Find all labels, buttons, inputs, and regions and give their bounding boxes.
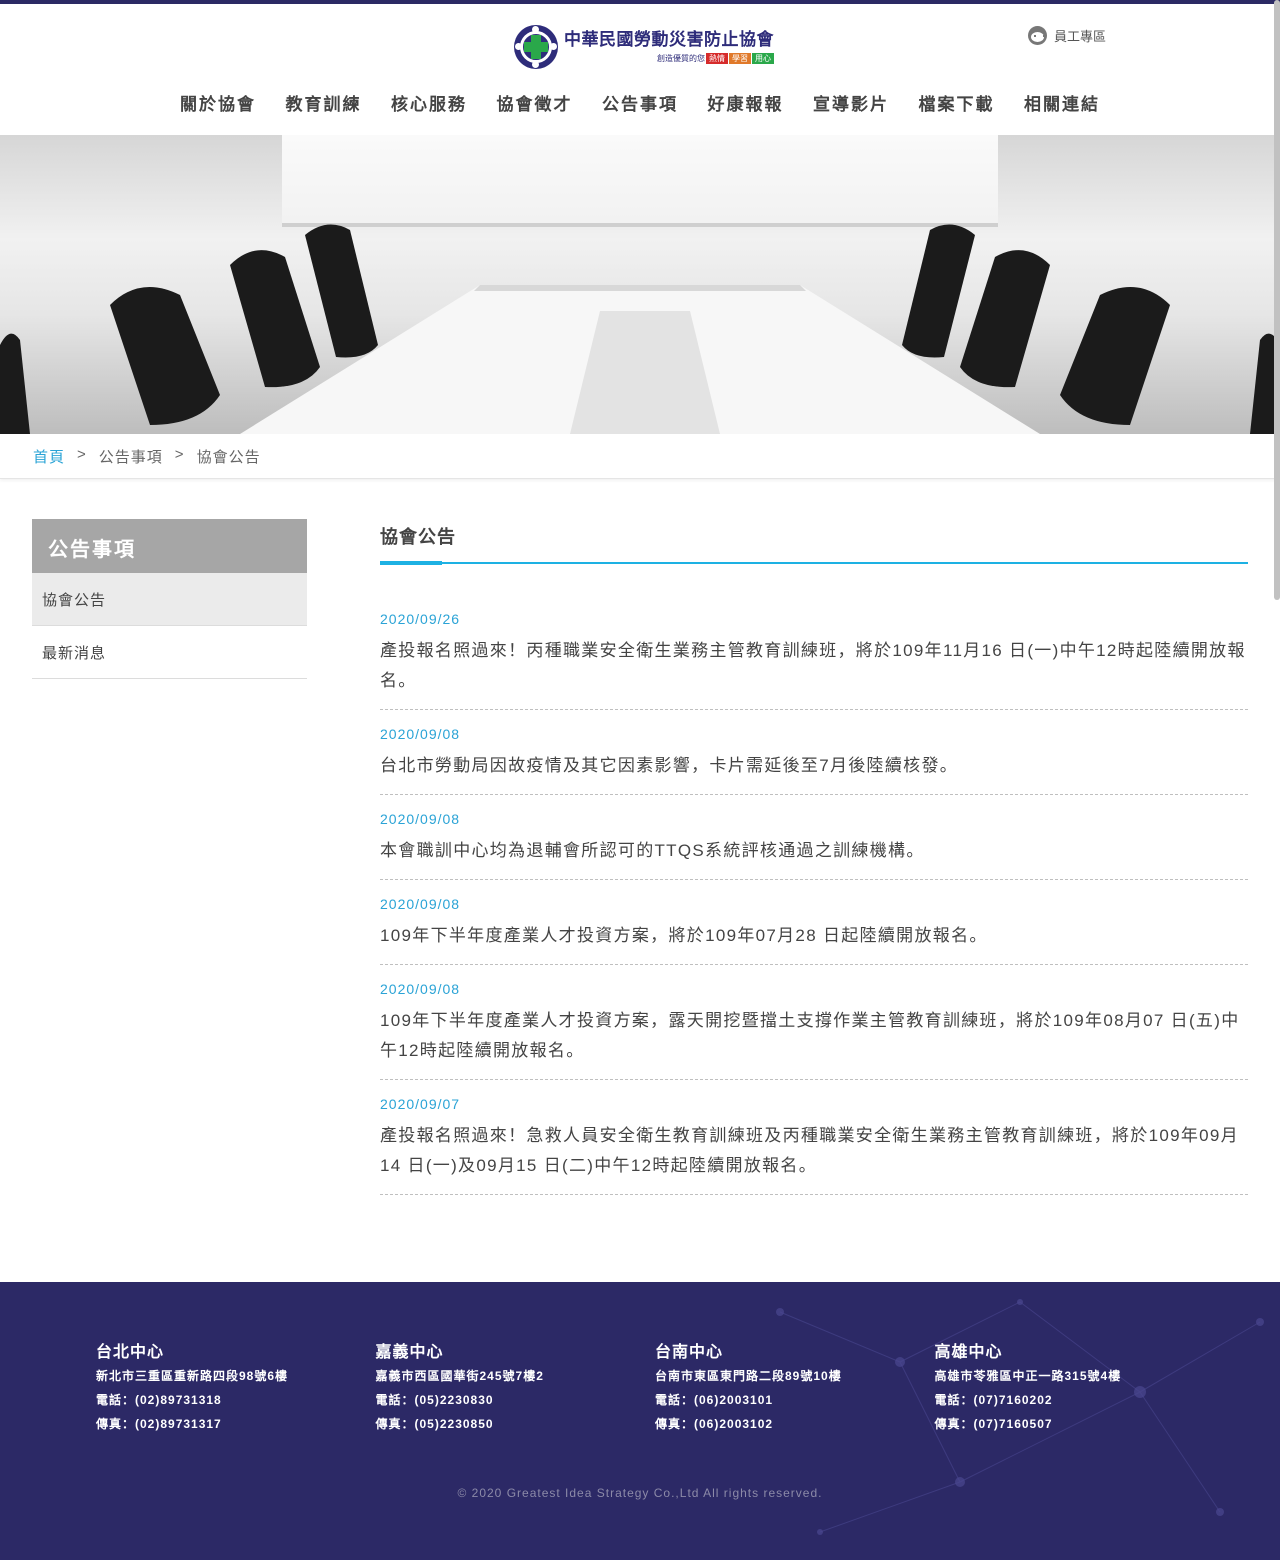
- logo-tag: 學習: [729, 52, 751, 64]
- breadcrumb-current: 協會公告: [196, 449, 261, 466]
- center-phone: 電話：(02)89731318: [96, 1393, 222, 1407]
- footer-center-chiayi: 嘉義中心 嘉義市西區國華街245號7樓2 電話：(05)2230830 傳真：(…: [376, 1338, 656, 1436]
- news-date: 2020/09/08: [380, 981, 461, 997]
- news-title-link[interactable]: 產投報名照過來！急救人員安全衛生教育訓練班及丙種職業安全衛生業務主管教育訓練班，…: [380, 1121, 1248, 1181]
- sidebar-item-association-announcements[interactable]: 協會公告: [32, 573, 307, 626]
- news-item[interactable]: 2020/09/26 產投報名照過來！丙種職業安全衛生業務主管教育訓練班，將於1…: [380, 609, 1248, 710]
- news-date: 2020/09/08: [380, 726, 461, 742]
- page-scrollbar[interactable]: [1272, 0, 1280, 1560]
- breadcrumb-separator: >: [77, 446, 87, 463]
- nav-item-announcements[interactable]: 公告事項: [588, 90, 692, 115]
- news-item[interactable]: 2020/09/08 台北市勞動局因故疫情及其它因素影響，卡片需延後至7月後陸續…: [380, 724, 1248, 795]
- news-date: 2020/09/08: [380, 811, 461, 827]
- user-face-icon: [1028, 26, 1047, 45]
- breadcrumb-home-link[interactable]: 首頁: [33, 446, 65, 467]
- site-footer: 台北中心 新北市三重區重新路四段98號6樓 電話：(02)89731318 傳真…: [0, 1282, 1280, 1560]
- hero-banner-image: [0, 135, 1280, 434]
- breadcrumb: 首頁 > 公告事項 > 協會公告: [33, 446, 261, 467]
- center-fax: 傳真：(05)2230850: [375, 1417, 494, 1431]
- footer-center-tainan: 台南中心 台南市東區東門路二段89號10樓 電話：(06)2003101 傳真：…: [655, 1338, 935, 1436]
- breadcrumb-level1-link[interactable]: 公告事項: [99, 446, 163, 467]
- center-fax: 傳真：(02)89731317: [96, 1417, 222, 1431]
- title-underline: [380, 561, 1248, 565]
- news-item[interactable]: 2020/09/08 本會職訓中心均為退輔會所認可的TTQS系統評核通過之訓練機…: [380, 809, 1248, 880]
- news-item[interactable]: 2020/09/08 109年下半年度產業人才投資方案，露天開挖暨擋土支撐作業主…: [380, 979, 1248, 1080]
- news-date: 2020/09/07: [380, 1096, 461, 1112]
- news-title-link[interactable]: 產投報名照過來！丙種職業安全衛生業務主管教育訓練班，將於109年11月16 日(…: [380, 636, 1248, 696]
- news-title-link[interactable]: 本會職訓中心均為退輔會所認可的TTQS系統評核通過之訓練機構。: [380, 836, 1248, 866]
- copyright-text: © 2020 Greatest Idea Strategy Co.,Ltd Al…: [457, 1486, 823, 1500]
- center-fax: 傳真：(07)7160507: [934, 1417, 1053, 1431]
- center-name: 高雄中心: [934, 1344, 1003, 1361]
- scrollbar-thumb[interactable]: [1274, 0, 1280, 600]
- center-fax: 傳真：(06)2003102: [655, 1417, 774, 1431]
- nav-item-videos[interactable]: 宣導影片: [799, 90, 903, 115]
- center-address: 台南市東區東門路二段89號10樓: [655, 1369, 842, 1383]
- nav-item-services[interactable]: 核心服務: [377, 90, 481, 115]
- news-title-link[interactable]: 109年下半年度產業人才投資方案，將於109年07月28 日起陸續開放報名。: [380, 921, 1248, 951]
- logo-emblem-icon: [514, 25, 558, 69]
- staff-area-link[interactable]: 員工專區: [1028, 26, 1106, 45]
- news-date: 2020/09/26: [380, 611, 461, 627]
- news-title-link[interactable]: 109年下半年度產業人才投資方案，露天開挖暨擋土支撐作業主管教育訓練班，將於10…: [380, 1006, 1248, 1066]
- logo-tag: 熱情: [706, 52, 728, 64]
- sidebar-title: 公告事項: [32, 519, 307, 573]
- center-name: 嘉義中心: [375, 1344, 444, 1361]
- logo-slogan-prefix: 創造優質的您: [657, 53, 705, 63]
- footer-center-taipei: 台北中心 新北市三重區重新路四段98號6樓 電話：(02)89731318 傳真…: [96, 1338, 376, 1436]
- nav-item-deals[interactable]: 好康報報: [694, 90, 798, 115]
- news-date: 2020/09/08: [380, 896, 461, 912]
- site-header: 中華民國勞動災害防止協會 創造優質的您 熱情 學習 用心 員工專區 關於協會 教…: [0, 4, 1280, 135]
- center-address: 新北市三重區重新路四段98號6樓: [96, 1369, 289, 1383]
- center-name: 台北中心: [96, 1344, 165, 1361]
- center-address: 高雄市苓雅區中正一路315號4樓: [934, 1369, 1122, 1383]
- nav-item-training[interactable]: 教育訓練: [272, 90, 376, 115]
- main-nav: 關於協會 教育訓練 核心服務 協會徵才 公告事項 好康報報 宣導影片 檔案下載 …: [166, 90, 1114, 115]
- logo-tag: 用心: [752, 52, 774, 64]
- center-name: 台南中心: [655, 1344, 724, 1361]
- center-phone: 電話：(06)2003101: [655, 1393, 774, 1407]
- nav-item-about[interactable]: 關於協會: [166, 90, 270, 115]
- page-title: 協會公告: [380, 527, 456, 547]
- sidebar-item-latest-news[interactable]: 最新消息: [32, 626, 307, 679]
- nav-item-links[interactable]: 相關連結: [1010, 90, 1114, 115]
- footer-center-kaohsiung: 高雄中心 高雄市苓雅區中正一路315號4樓 電話：(07)7160202 傳真：…: [935, 1338, 1215, 1436]
- news-title-link[interactable]: 台北市勞動局因故疫情及其它因素影響，卡片需延後至7月後陸續核發。: [380, 751, 1248, 781]
- center-address: 嘉義市西區國華街245號7樓2: [375, 1369, 544, 1383]
- sidebar: 公告事項 協會公告 最新消息: [32, 519, 307, 679]
- logo-title: 中華民國勞動災害防止協會: [564, 30, 774, 50]
- center-phone: 電話：(07)7160202: [934, 1393, 1053, 1407]
- center-phone: 電話：(05)2230830: [375, 1393, 494, 1407]
- nav-item-downloads[interactable]: 檔案下載: [905, 90, 1009, 115]
- nav-item-careers[interactable]: 協會徵才: [483, 90, 587, 115]
- logo-slogan: 創造優質的您 熱情 學習 用心: [564, 52, 774, 64]
- breadcrumb-bar: 首頁 > 公告事項 > 協會公告: [0, 434, 1280, 479]
- news-list: 2020/09/26 產投報名照過來！丙種職業安全衛生業務主管教育訓練班，將於1…: [380, 609, 1248, 1195]
- breadcrumb-separator: >: [174, 446, 185, 463]
- staff-area-label: 員工專區: [1054, 29, 1107, 44]
- news-item[interactable]: 2020/09/08 109年下半年度產業人才投資方案，將於109年07月28 …: [380, 894, 1248, 965]
- main-content: 協會公告 2020/09/26 產投報名照過來！丙種職業安全衛生業務主管教育訓練…: [380, 519, 1248, 1209]
- site-logo[interactable]: 中華民國勞動災害防止協會 創造優質的您 熱情 學習 用心: [514, 24, 774, 70]
- news-item[interactable]: 2020/09/07 產投報名照過來！急救人員安全衛生教育訓練班及丙種職業安全衛…: [380, 1094, 1248, 1195]
- banner-meeting-room-illustration: [0, 224, 1280, 434]
- footer-centers: 台北中心 新北市三重區重新路四段98號6樓 電話：(02)89731318 傳真…: [96, 1338, 1214, 1436]
